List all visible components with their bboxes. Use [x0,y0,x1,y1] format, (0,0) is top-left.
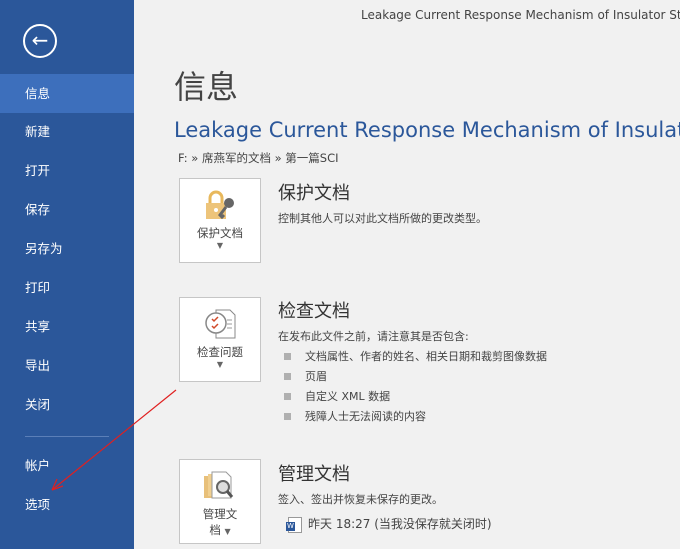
inspect-title: 检查文档 [278,301,350,322]
manage-document-button[interactable]: 管理文 档 ▼ [179,459,261,544]
document-title: Leakage Current Response Mechanism of In… [174,118,680,142]
inspect-checklist-icon [205,309,236,339]
back-arrow-icon[interactable]: ← [23,24,57,58]
page-title: 信息 [174,68,239,106]
dropdown-caret-icon: ▼ [216,360,224,369]
window-title: Leakage Current Response Mechanism of In… [361,8,680,22]
sidebar-item-new[interactable]: 新建 [0,112,134,151]
manage-title: 管理文档 [278,464,350,485]
sidebar-item-options[interactable]: 选项 [0,485,134,524]
sidebar-item-save[interactable]: 保存 [0,190,134,229]
sidebar-item-export[interactable]: 导出 [0,346,134,385]
sidebar-item-save-as[interactable]: 另存为 [0,229,134,268]
word-document-icon [286,516,302,533]
list-item: 文档属性、作者的姓名、相关日期和裁剪图像数据 [284,348,547,363]
check-issues-button[interactable]: 检查问题 ▼ [179,297,261,382]
breadcrumb[interactable]: F: » 席燕军的文档 » 第一篇SCI [178,150,339,166]
dropdown-caret-icon: ▼ [216,241,224,250]
manage-section: 管理文档 签入、签出并恢复未保存的更改。 昨天 18:27 (当我没保存就关闭时… [278,460,492,533]
lock-key-icon [206,190,234,220]
protect-button-label: 保护文档 [197,226,243,240]
list-item: 残障人士无法阅读的内容 [284,408,547,423]
autosave-version-link[interactable]: 昨天 18:27 (当我没保存就关闭时) [286,515,492,533]
inspect-section: 检查文档 在发布此文件之前，请注意其是否包含: 文档属性、作者的姓名、相关日期和… [278,297,547,428]
manage-versions-icon [204,471,234,499]
manage-desc: 签入、签出并恢复未保存的更改。 [278,493,443,506]
dropdown-caret-icon: ▼ [224,527,231,536]
sidebar-item-open[interactable]: 打开 [0,151,134,190]
sidebar-item-account[interactable]: 帐户 [0,446,134,485]
list-item: 页眉 [284,368,547,383]
sidebar-divider [25,436,109,437]
protect-section: 保护文档 控制其他人可以对此文档所做的更改类型。 [278,179,487,226]
protect-title: 保护文档 [278,183,350,204]
sidebar-item-share[interactable]: 共享 [0,307,134,346]
sidebar-item-print[interactable]: 打印 [0,268,134,307]
protect-document-button[interactable]: 保护文档 ▼ [179,178,261,263]
protect-desc: 控制其他人可以对此文档所做的更改类型。 [278,212,487,225]
version-label: 昨天 18:27 (当我没保存就关闭时) [308,517,492,531]
check-issues-label: 检查问题 [197,345,243,359]
inspect-desc: 在发布此文件之前，请注意其是否包含: [278,330,469,343]
manage-label-line2: 档 [209,523,221,537]
list-item: 自定义 XML 数据 [284,388,547,403]
manage-label-line1: 管理文 [202,507,238,521]
sidebar-item-info[interactable]: 信息 [0,74,134,113]
sidebar-item-close[interactable]: 关闭 [0,385,134,424]
backstage-sidebar: ← 信息 新建 打开 保存 另存为 打印 共享 导出 关闭 帐户 选项 [0,0,134,549]
